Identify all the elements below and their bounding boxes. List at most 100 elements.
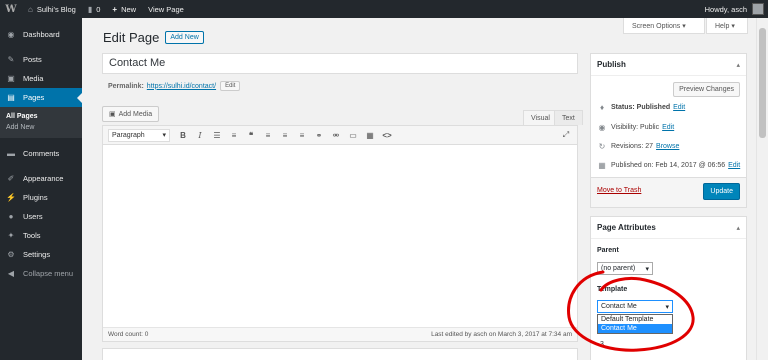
visibility-edit-link[interactable]: Edit — [662, 124, 674, 131]
site-name-link[interactable]: ⌂ Sulhi's Blog — [22, 0, 82, 18]
word-count: Word count: 0 — [108, 331, 149, 338]
below-editor-box — [102, 348, 578, 360]
template-option-default[interactable]: Default Template — [598, 315, 672, 324]
add-media-button[interactable]: ▣ Add Media — [102, 106, 160, 122]
template-select[interactable]: Contact Me ▾ — [597, 300, 673, 313]
date-edit-link[interactable]: Edit — [728, 162, 740, 169]
screen-options-button[interactable]: Screen Options ▾ — [623, 18, 705, 34]
pages-submenu: All Pages Add New — [0, 107, 82, 138]
user-icon: ● — [8, 212, 14, 221]
sidebar-item-pages[interactable]: ▤ Pages — [0, 88, 82, 107]
sidebar-item-posts[interactable]: ✎ Posts — [0, 50, 82, 69]
template-dropdown-list: Default Template Contact Me — [597, 314, 673, 334]
editor-status-bar: Word count: 0 Last edited by asch on Mar… — [103, 327, 577, 341]
parent-select[interactable]: (no parent) ▾ — [597, 262, 653, 275]
numbered-list-icon[interactable]: ≡ — [227, 128, 241, 142]
content-editor[interactable]: Paragraph ▾ B I ☰ ≡ ❝ ≡ ≡ ≡ ⚭ ⚮ ▭ ▦ <> ⤢… — [102, 125, 578, 342]
published-date-row: ▦ Published on: Feb 14, 2017 @ 06:56 Edi… — [598, 161, 741, 170]
remove-link-icon[interactable]: ⚮ — [329, 128, 343, 142]
blockquote-icon[interactable]: ❝ — [244, 128, 258, 142]
pin-icon: ♦ — [599, 103, 605, 112]
bullet-list-icon[interactable]: ☰ — [210, 128, 224, 142]
comment-icon: ▬ — [7, 149, 15, 158]
toolbar-toggle-icon[interactable]: ▦ — [363, 128, 377, 142]
page-heading: Edit Page Add New — [103, 30, 204, 45]
update-button[interactable]: Update — [703, 183, 740, 200]
sidebar-item-media[interactable]: ▣ Media — [0, 69, 82, 88]
template-label: Template — [597, 286, 628, 293]
status-edit-link[interactable]: Edit — [673, 104, 685, 111]
dashboard-icon: ◉ — [7, 30, 15, 39]
code-icon[interactable]: <> — [380, 128, 394, 142]
bold-icon[interactable]: B — [176, 128, 190, 142]
view-page-link[interactable]: View Page — [142, 0, 190, 18]
collapse-icon: ◀ — [7, 269, 15, 278]
browse-revisions-link[interactable]: Browse — [656, 143, 679, 150]
sidebar-item-comments[interactable]: ▬ Comments — [0, 144, 82, 163]
admin-bar: W ⌂ Sulhi's Blog ▮ 0 + New View Page How… — [0, 0, 768, 18]
calendar-icon: ▦ — [598, 161, 606, 170]
wordpress-logo-icon[interactable]: W — [0, 0, 22, 18]
align-right-icon[interactable]: ≡ — [295, 128, 309, 142]
plugin-icon: ⚡ — [6, 193, 16, 202]
permalink-edit-button[interactable]: Edit — [220, 81, 241, 91]
post-title-input[interactable]: Contact Me — [102, 53, 578, 74]
plus-icon: + — [112, 4, 118, 14]
italic-icon[interactable]: I — [193, 128, 207, 142]
order-value[interactable]: 3 — [600, 341, 604, 348]
template-option-contact-me[interactable]: Contact Me — [598, 324, 672, 333]
read-more-icon[interactable]: ▭ — [346, 128, 360, 142]
sidebar-item-appearance[interactable]: ✐ Appearance — [0, 169, 82, 188]
editor-toolbar: Paragraph ▾ B I ☰ ≡ ❝ ≡ ≡ ≡ ⚭ ⚮ ▭ ▦ <> ⤢ — [103, 126, 577, 145]
brush-icon: ✐ — [7, 174, 15, 183]
comments-link[interactable]: ▮ 0 — [82, 0, 107, 18]
pushpin-icon: ✎ — [7, 55, 15, 64]
sidebar-item-settings[interactable]: ⚙ Settings — [0, 245, 82, 264]
pages-icon: ▤ — [7, 93, 15, 102]
preview-changes-button[interactable]: Preview Changes — [673, 82, 740, 97]
howdy-user[interactable]: Howdy, asch — [705, 5, 747, 14]
media-icon: ▣ — [7, 74, 15, 83]
page-title: Edit Page — [103, 30, 160, 45]
publish-actions: Move to Trash Update — [591, 177, 746, 207]
chevron-down-icon: ▾ — [665, 303, 669, 311]
page-attributes-header[interactable]: Page Attributes ▴ — [591, 217, 746, 239]
sidebar-item-users[interactable]: ● Users — [0, 207, 82, 226]
settings-icon: ⚙ — [7, 250, 15, 259]
add-new-button[interactable]: Add New — [165, 31, 204, 44]
publish-box-header[interactable]: Publish ▴ — [591, 54, 746, 76]
fullscreen-icon[interactable]: ⤢ — [559, 128, 573, 142]
move-to-trash-link[interactable]: Move to Trash — [597, 187, 641, 194]
page-scrollbar[interactable] — [756, 18, 768, 360]
submenu-all-pages[interactable]: All Pages — [0, 111, 82, 122]
new-content-link[interactable]: + New — [106, 0, 142, 18]
insert-link-icon[interactable]: ⚭ — [312, 128, 326, 142]
visibility-row: ◉ Visibility: Public Edit — [598, 123, 675, 132]
chevron-down-icon: ▾ — [645, 265, 649, 273]
home-icon: ⌂ — [28, 4, 33, 14]
help-button[interactable]: Help ▾ — [706, 18, 748, 34]
submenu-add-new[interactable]: Add New — [0, 122, 82, 133]
last-edited: Last edited by asch on March 3, 2017 at … — [431, 331, 572, 338]
avatar[interactable] — [752, 3, 764, 15]
parent-label: Parent — [597, 247, 619, 254]
format-select[interactable]: Paragraph ▾ — [108, 128, 170, 142]
comment-icon: ▮ — [87, 4, 93, 14]
permalink-row: Permalink: https://sulhi.id/contact/ Edi… — [108, 81, 241, 91]
sidebar-item-tools[interactable]: ✦ Tools — [0, 226, 82, 245]
media-icon: ▣ — [109, 111, 116, 118]
tab-visual[interactable]: Visual — [523, 110, 558, 125]
sidebar-item-plugins[interactable]: ⚡ Plugins — [0, 188, 82, 207]
align-left-icon[interactable]: ≡ — [261, 128, 275, 142]
page-attributes-box: Page Attributes ▴ Parent (no parent) ▾ T… — [590, 216, 747, 360]
permalink-link[interactable]: https://sulhi.id/contact/ — [147, 83, 216, 90]
admin-sidebar: ◉ Dashboard ✎ Posts ▣ Media ▤ Pages All … — [0, 18, 82, 360]
sidebar-collapse-menu[interactable]: ◀ Collapse menu — [0, 264, 82, 283]
collapse-arrow-icon[interactable]: ▴ — [736, 61, 740, 69]
publish-box: Publish ▴ Preview Changes ♦ Status: Publ… — [590, 53, 747, 208]
sidebar-item-dashboard[interactable]: ◉ Dashboard — [0, 25, 82, 44]
scrollbar-thumb[interactable] — [759, 28, 766, 138]
collapse-arrow-icon[interactable]: ▴ — [736, 224, 740, 232]
align-center-icon[interactable]: ≡ — [278, 128, 292, 142]
tab-text[interactable]: Text — [554, 110, 583, 125]
